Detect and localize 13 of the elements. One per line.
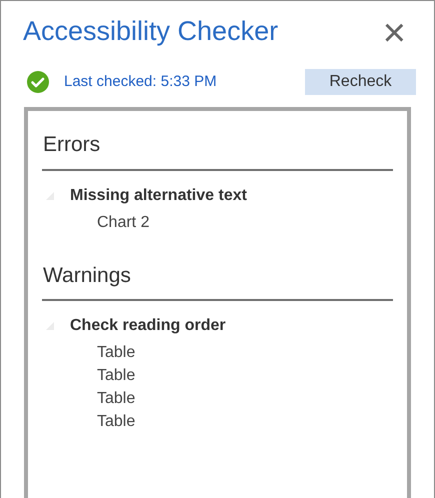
issue-title[interactable]: Check reading order [70,314,226,338]
issue-item[interactable]: Chart 2 [97,210,150,234]
section-heading: Errors [42,129,393,170]
section-heading: Warnings [42,260,393,301]
close-button[interactable]: × [382,13,406,53]
window-title: Accessibility Checker [23,15,278,48]
issue-item[interactable]: Table [97,364,136,387]
issue-item[interactable]: Table [97,341,136,364]
last-checked-text: Last checked: 5:33 PM [64,72,217,92]
issue-item[interactable]: Table [97,387,136,410]
recheck-button[interactable]: Recheck [305,69,416,95]
issue-title[interactable]: Missing alternative text [70,184,247,208]
issue-item[interactable]: Table [97,410,136,433]
